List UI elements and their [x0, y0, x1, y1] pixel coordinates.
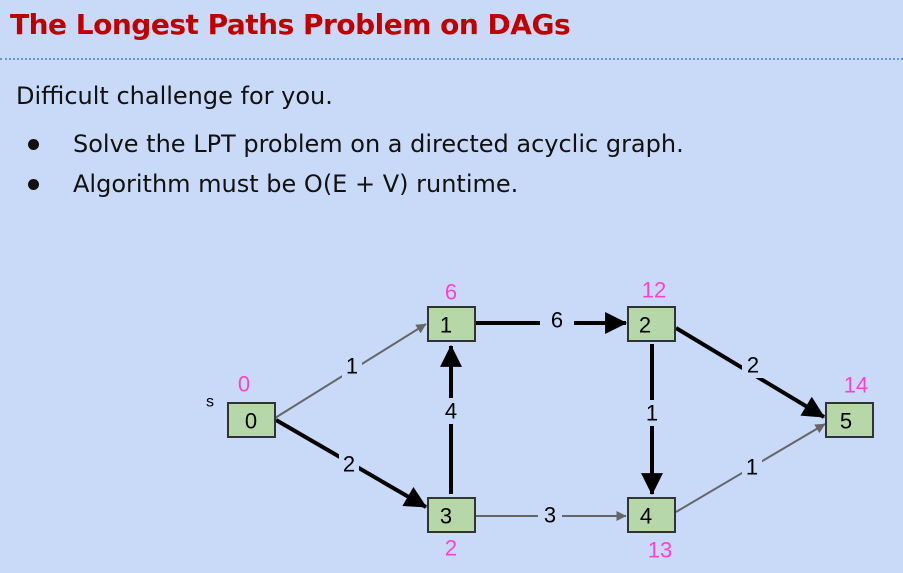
edge-weight-4-5: 1 — [746, 455, 758, 480]
node-label-3: 3 — [440, 504, 452, 529]
node-distance-3: 2 — [445, 536, 457, 561]
edge-2-5: 2 — [674, 326, 826, 419]
node-1: 1 6 — [427, 280, 476, 342]
node-label-5: 5 — [840, 409, 852, 434]
edge-weight-1-2: 6 — [551, 308, 563, 333]
dag-diagram: 1 2 4 6 3 1 2 1 0 0 s 1 6 2 12 3 2 4 13 … — [206, 278, 874, 563]
edge-0-1: 1 — [274, 323, 427, 419]
node-distance-2: 12 — [642, 278, 666, 303]
node-4: 4 13 — [627, 497, 676, 563]
edge-weight-0-3: 2 — [343, 452, 355, 477]
edge-weight-2-4: 1 — [646, 401, 658, 426]
node-distance-1: 6 — [445, 280, 457, 305]
node-distance-5: 14 — [844, 373, 868, 398]
edge-weight-0-1: 1 — [346, 354, 358, 379]
node-distance-4: 13 — [648, 538, 672, 563]
source-label: s — [206, 394, 214, 411]
node-0: 0 0 s — [206, 372, 276, 438]
node-5: 5 14 — [825, 373, 874, 438]
edge-4-5: 1 — [675, 423, 826, 513]
edge-weight-3-1: 4 — [445, 399, 457, 424]
node-2: 2 12 — [627, 278, 676, 342]
edge-weight-2-5: 2 — [747, 353, 759, 378]
node-3: 3 2 — [427, 497, 476, 561]
node-label-0: 0 — [245, 409, 257, 434]
node-label-4: 4 — [640, 504, 652, 529]
edge-1-2: 6 — [475, 308, 628, 336]
edge-weight-3-4: 3 — [544, 503, 556, 528]
edge-3-4: 3 — [474, 502, 627, 530]
edge-2-4: 1 — [641, 344, 663, 496]
node-label-1: 1 — [440, 313, 452, 338]
edge-0-3: 2 — [274, 418, 428, 509]
node-label-2: 2 — [639, 313, 651, 338]
edge-3-1: 4 — [440, 344, 462, 494]
node-distance-0: 0 — [238, 372, 250, 397]
